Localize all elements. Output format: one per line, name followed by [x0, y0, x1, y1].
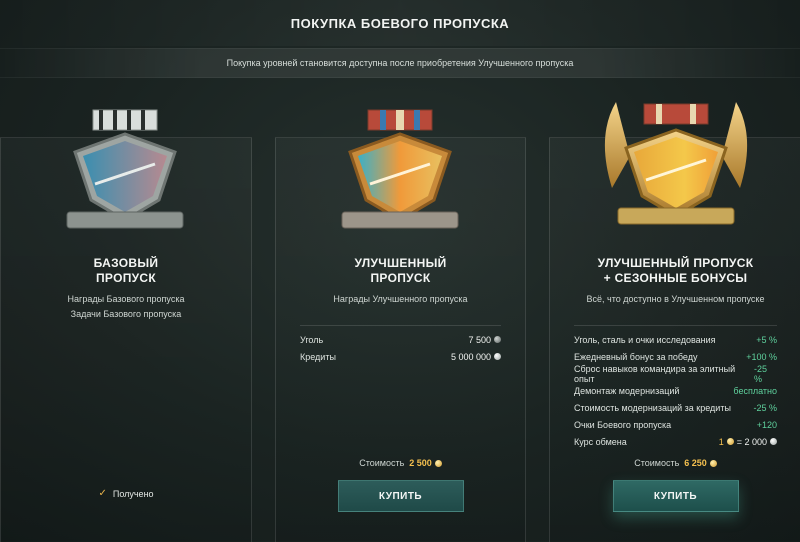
gold-icon [726, 438, 734, 445]
reward-row-credits: Кредиты 5 000 000 [300, 348, 501, 365]
buy-improved-button[interactable]: КУПИТЬ [337, 480, 464, 512]
bonus-row-commander-reset: Сброс навыков командира за элитный опыт … [574, 363, 768, 384]
bonus-row-daily-win: Ежедневный бонус за победу +100 % [574, 351, 777, 362]
improved-pass-description: Награды Улучшенного пропуска [333, 294, 468, 304]
checkmark-icon: ✓ [98, 488, 107, 499]
bonus-row-upgrade-cost: Стоимость модернизаций за кредиты -25 % [574, 402, 777, 413]
page-title: ПОКУПКА БОЕВОГО ПРОПУСКА [0, 0, 800, 46]
season-pass-title: УЛУЧШЕННЫЙ ПРОПУСК + СЕЗОННЫЕ БОНУСЫ [597, 256, 754, 285]
season-cost: Стоимость 6 250 [550, 458, 800, 468]
base-pass-description: Награды Базового пропуска Задачи Базовог… [67, 294, 185, 319]
season-bonus-list: Уголь, сталь и очки исследования +5 % Еж… [574, 325, 777, 450]
purchase-notice: Покупка уровней становится доступна посл… [0, 48, 800, 78]
season-pass-medal-icon [604, 102, 748, 225]
improved-cost: Стоимость 2 500 [276, 458, 525, 468]
base-pass-title: БАЗОВЫЙ ПРОПУСК [93, 256, 159, 285]
coal-icon [494, 336, 501, 343]
bonus-row-demount: Демонтаж модернизаций бесплатно [574, 385, 777, 396]
improved-pass-medal-icon [341, 109, 459, 229]
reward-row-coal: Уголь 7 500 [300, 331, 501, 348]
base-pass-medal-icon [66, 109, 184, 229]
improved-rewards-list: Уголь 7 500 Кредиты 5 000 000 [300, 325, 501, 365]
bonus-row-pass-points: Очки Боевого пропуска +120 [574, 419, 777, 430]
credits-icon [770, 438, 777, 445]
received-status: ✓ Получено [98, 488, 154, 499]
bonus-row-resources: Уголь, сталь и очки исследования +5 % [574, 334, 777, 345]
season-pass-description: Всё, что доступно в Улучшенном пропуске [586, 294, 765, 304]
buy-season-button[interactable]: КУПИТЬ [612, 480, 739, 512]
credits-icon [494, 353, 501, 360]
gold-icon [709, 459, 717, 467]
improved-pass-title: УЛУЧШЕННЫЙ ПРОПУСК [354, 256, 447, 285]
gold-icon [434, 459, 442, 467]
bonus-row-exchange-rate: Курс обмена 1 = 2 000 [574, 433, 777, 450]
